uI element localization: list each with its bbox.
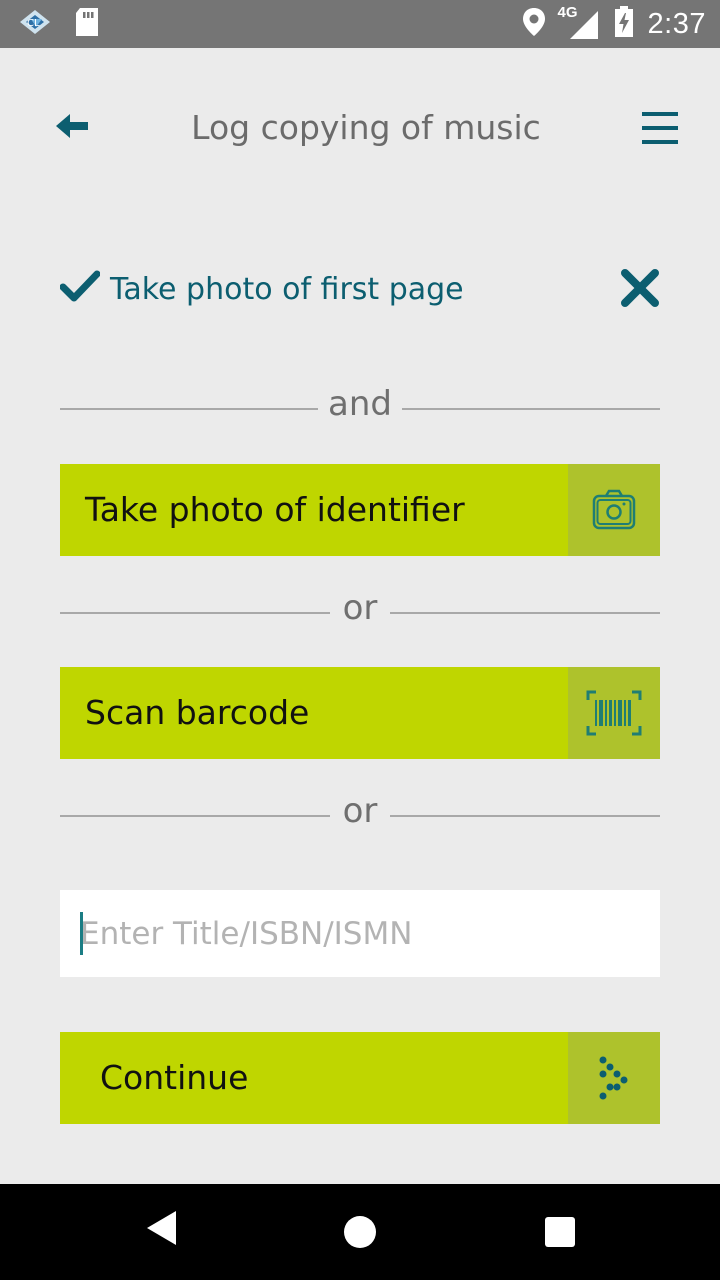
completed-step-label: Take photo of first page	[110, 272, 464, 307]
separator-label: and	[328, 384, 392, 424]
close-icon	[621, 269, 659, 307]
continue-button[interactable]: Continue	[60, 1032, 660, 1124]
separator-label: or	[342, 791, 378, 831]
remove-photo-button[interactable]	[620, 268, 660, 312]
divider-line	[390, 815, 660, 817]
divider-line	[390, 612, 660, 614]
nav-back-button[interactable]	[144, 1208, 178, 1252]
separator-or-2: or	[60, 791, 660, 841]
recents-square-icon	[545, 1217, 575, 1247]
status-bar: CL 4G 2:37	[0, 0, 720, 48]
camera-icon-box	[568, 464, 660, 556]
title-isbn-ismn-input[interactable]	[60, 890, 660, 977]
completed-step-row: Take photo of first page	[59, 266, 660, 314]
nav-recents-button[interactable]	[544, 1216, 576, 1252]
continue-label: Continue	[100, 1058, 249, 1097]
back-arrow-icon	[56, 114, 88, 138]
battery-charging-icon	[614, 6, 634, 42]
location-icon	[522, 7, 546, 41]
barcode-icon-box	[568, 667, 660, 759]
checkmark-icon	[59, 270, 101, 308]
system-navigation-bar	[0, 1184, 720, 1280]
scan-barcode-button[interactable]: Scan barcode	[60, 667, 660, 759]
camera-icon	[592, 489, 636, 530]
barcode-scan-icon	[586, 690, 642, 736]
take-photo-identifier-label: Take photo of identifier	[85, 490, 465, 529]
signal-icon: 4G	[558, 4, 600, 40]
svg-text:CL: CL	[27, 18, 40, 29]
menu-button[interactable]	[640, 108, 680, 148]
app-notification-icon: CL	[16, 7, 54, 41]
text-cursor	[80, 912, 83, 955]
hamburger-menu-icon	[642, 112, 678, 144]
sd-card-icon	[74, 7, 100, 41]
take-photo-identifier-button[interactable]: Take photo of identifier	[60, 464, 660, 556]
separator-or-1: or	[60, 588, 660, 638]
clock: 2:37	[647, 7, 706, 40]
dotted-arrow-icon	[599, 1056, 628, 1100]
home-circle-icon	[344, 1216, 376, 1248]
app-header: Log copying of music	[0, 48, 720, 208]
separator-and: and	[60, 384, 660, 434]
separator-label: or	[342, 588, 378, 628]
nav-home-button[interactable]	[342, 1214, 378, 1254]
continue-icon-box	[568, 1032, 660, 1124]
back-button[interactable]	[52, 106, 94, 146]
scan-barcode-label: Scan barcode	[85, 693, 310, 732]
divider-line	[402, 408, 660, 410]
back-triangle-icon	[147, 1211, 176, 1245]
network-type-label: 4G	[557, 4, 578, 21]
page-title: Log copying of music	[191, 108, 541, 147]
